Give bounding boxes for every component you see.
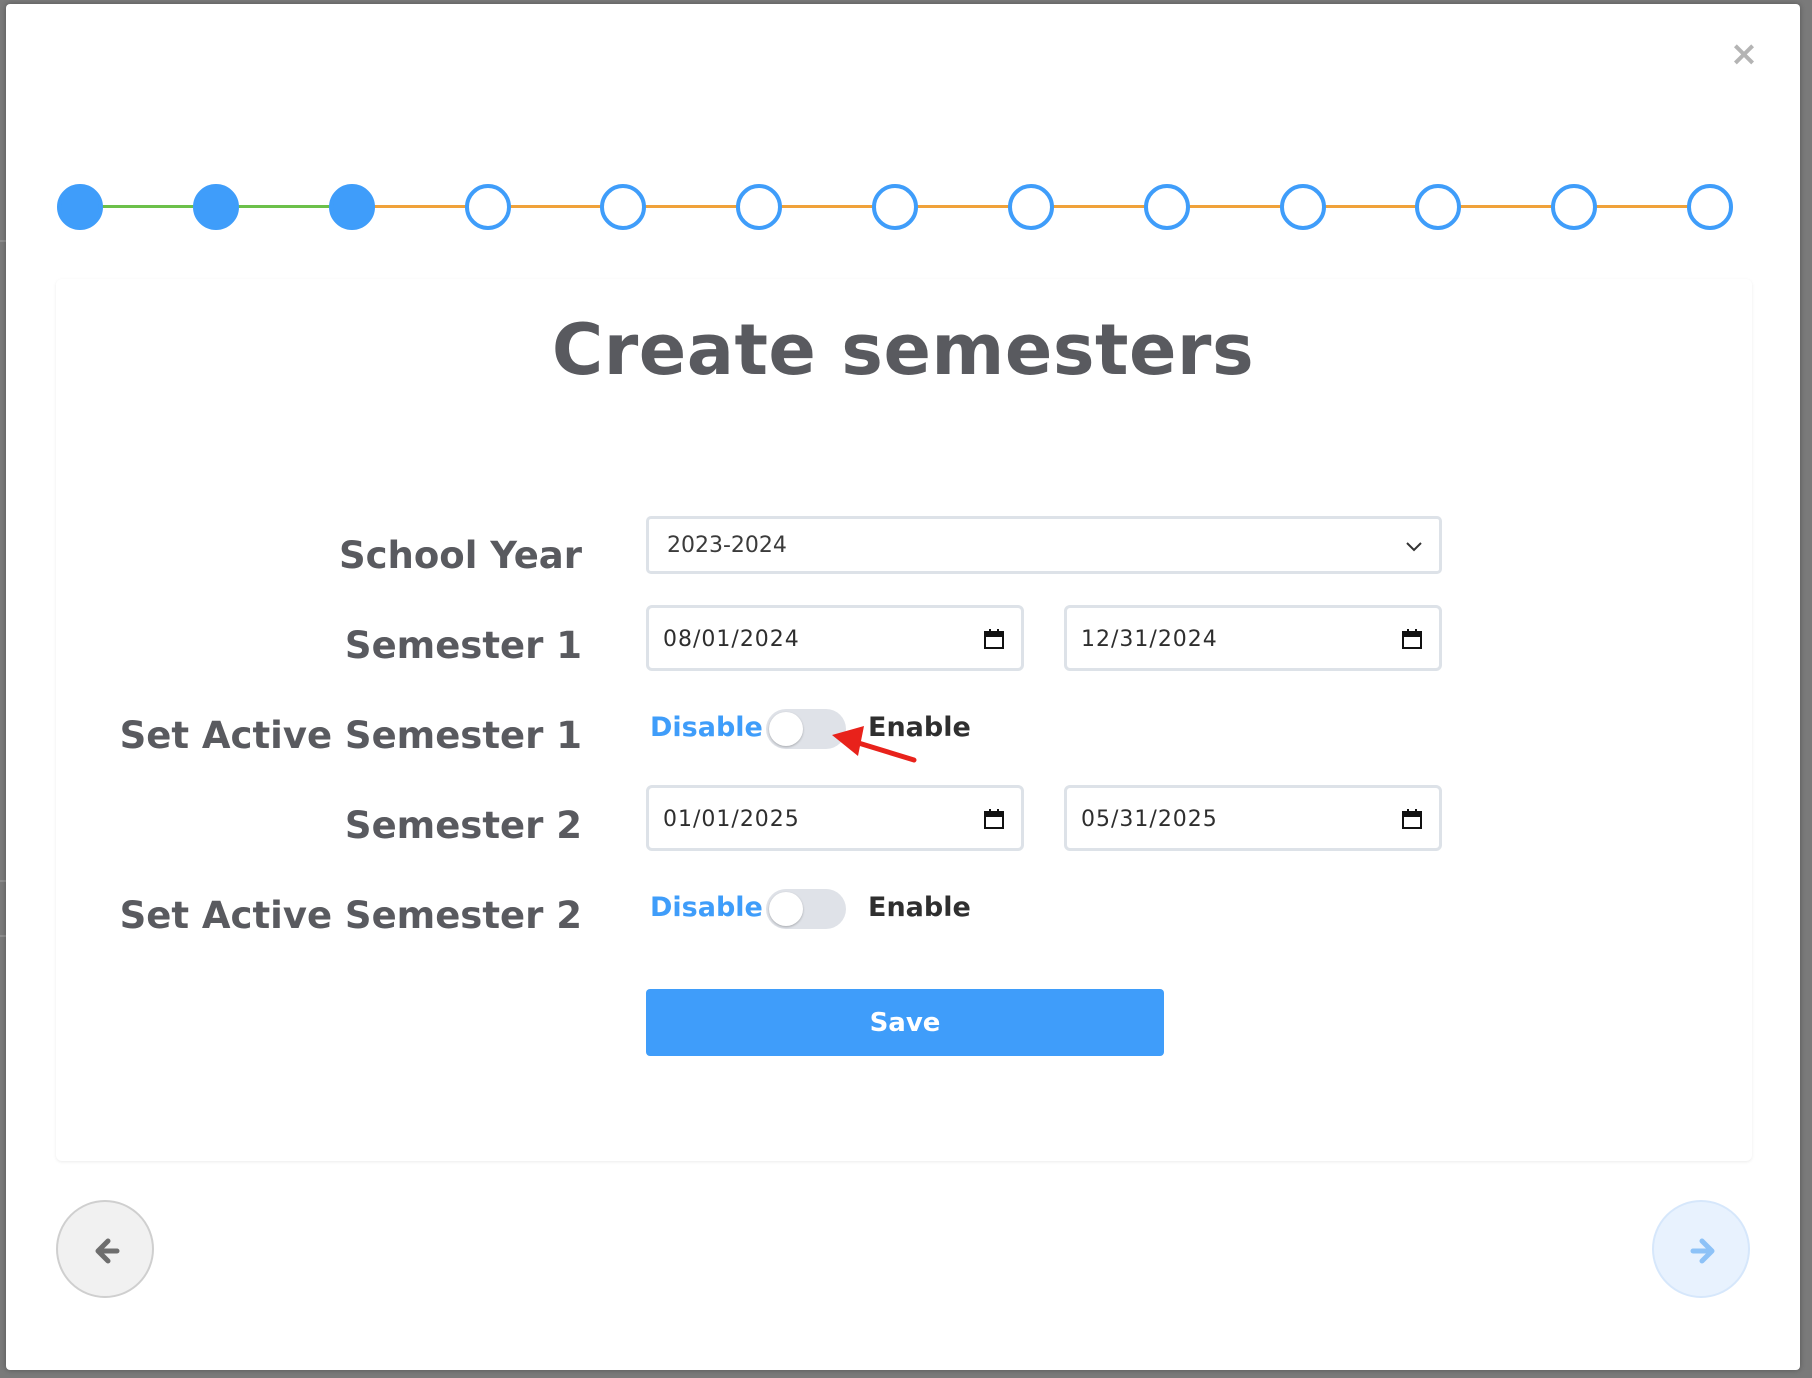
page-title: Create semesters (551, 309, 1255, 391)
enable-label: Enable (868, 892, 971, 923)
chevron-down-icon (1406, 542, 1422, 552)
next-step-button[interactable] (1652, 1200, 1750, 1298)
stepper-step-13[interactable] (1687, 184, 1733, 230)
semester-2-end-value: 05/31/2025 (1081, 807, 1218, 832)
switch-knob (769, 892, 803, 926)
stepper-step-4[interactable] (464, 184, 511, 230)
stepper-step-1[interactable] (57, 184, 103, 230)
enable-label: Enable (868, 712, 971, 743)
switch-knob (769, 712, 803, 746)
semester-1-end-value: 12/31/2024 (1081, 627, 1218, 652)
active-semester-2-switch[interactable] (766, 889, 846, 929)
calendar-icon[interactable] (1401, 808, 1423, 830)
progress-stepper (6, 4, 1800, 264)
calendar-icon[interactable] (983, 808, 1005, 830)
active-semester-1-switch[interactable] (766, 709, 846, 749)
arrow-left-icon (95, 1238, 120, 1264)
semester-2-label: Semester 2 (344, 804, 582, 847)
stepper-step-8[interactable] (1007, 184, 1054, 230)
previous-step-button[interactable] (56, 1200, 154, 1298)
calendar-icon[interactable] (983, 628, 1005, 650)
school-year-value: 2023-2024 (667, 533, 787, 558)
semester-1-start-date[interactable]: 08/01/2024 (646, 605, 1024, 671)
semester-1-end-date[interactable]: 12/31/2024 (1064, 605, 1442, 671)
school-year-select[interactable]: 2023-2024 (646, 516, 1442, 574)
semester-1-start-value: 08/01/2024 (663, 627, 800, 652)
save-button[interactable]: Save (646, 989, 1164, 1056)
stepper-step-2[interactable] (192, 184, 239, 230)
stepper-step-3[interactable] (328, 184, 375, 230)
stepper-step-9[interactable] (1143, 184, 1190, 230)
semester-2-start-date[interactable]: 01/01/2025 (646, 785, 1024, 851)
disable-label: Disable (650, 712, 763, 743)
semester-2-start-value: 01/01/2025 (663, 807, 800, 832)
arrow-right-icon (1690, 1238, 1715, 1264)
calendar-icon[interactable] (1401, 628, 1423, 650)
set-active-semester-2-label: Set Active Semester 2 (119, 894, 582, 937)
disable-label: Disable (650, 892, 763, 923)
semester-2-end-date[interactable]: 05/31/2025 (1064, 785, 1442, 851)
stepper-step-7[interactable] (872, 184, 918, 230)
create-semesters-dialog: × Create semesters School Year 2023-2024… (6, 4, 1800, 1370)
stepper-step-10[interactable] (1279, 184, 1326, 230)
semester-1-label: Semester 1 (344, 624, 582, 667)
set-active-semester-1-label: Set Active Semester 1 (119, 714, 582, 757)
stepper-step-5[interactable] (600, 184, 647, 230)
stepper-step-12[interactable] (1551, 184, 1598, 230)
stepper-step-6[interactable] (736, 184, 783, 230)
school-year-label: School Year (338, 534, 582, 577)
stepper-step-11[interactable] (1415, 184, 1462, 230)
